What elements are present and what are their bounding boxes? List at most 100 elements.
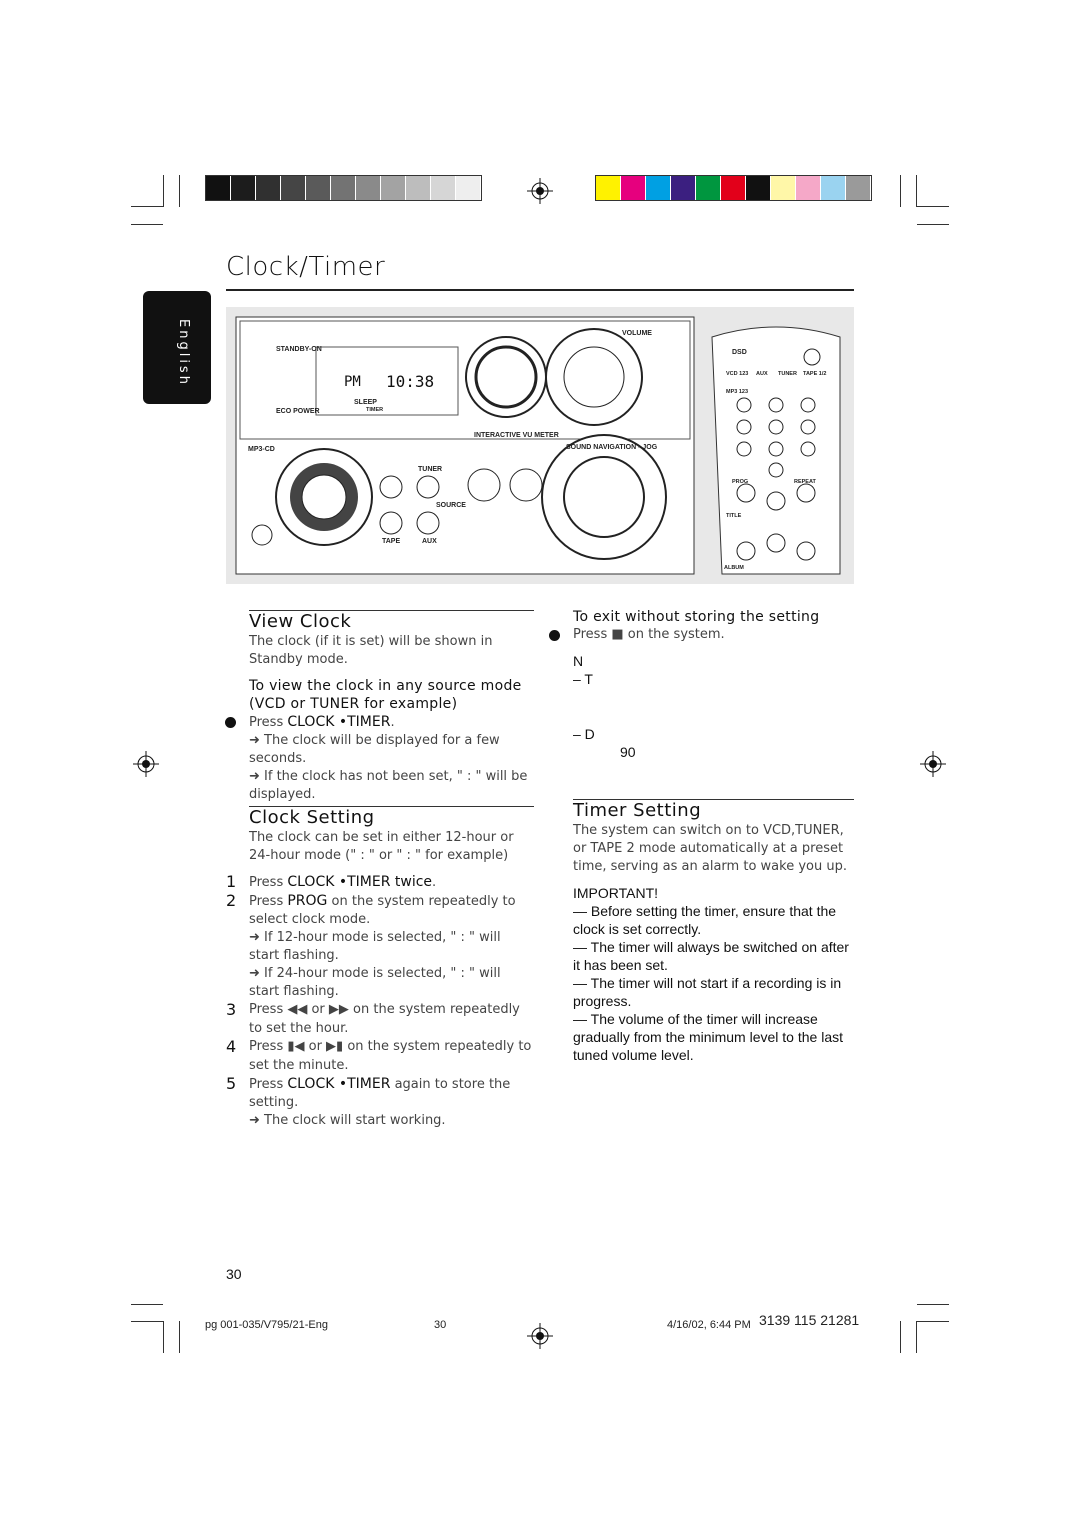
important-item: — Before setting the timer, ensure that … bbox=[573, 903, 837, 937]
gray-swatch bbox=[431, 176, 456, 200]
step-text: Press ◀◀ or ▶▶ on the system repeatedly … bbox=[249, 1002, 520, 1036]
remote-label-aux: AUX bbox=[756, 371, 768, 377]
registration-mark-icon bbox=[527, 1323, 553, 1349]
label-sound-navigation-jog: SOUND NAVIGATION - JOG bbox=[566, 444, 658, 451]
remote-label-tuner: TUNER bbox=[778, 371, 797, 377]
gray-swatch bbox=[331, 176, 356, 200]
label-volume: VOLUME bbox=[622, 330, 652, 337]
exit-heading: To exit without storing the setting bbox=[573, 609, 820, 625]
language-tab: English bbox=[143, 291, 211, 404]
note-90: 90 bbox=[620, 744, 636, 760]
gray-swatch bbox=[356, 176, 381, 200]
view-clock-step: Press CLOCK •TIMER. bbox=[225, 713, 534, 732]
label-eco-power: ECO POWER bbox=[276, 408, 320, 415]
color-swatch bbox=[796, 176, 821, 200]
step-item: 5 Press CLOCK •TIMER again to store the s… bbox=[226, 1075, 534, 1130]
label-mp3-cd: MP3-CD bbox=[248, 446, 275, 453]
footer-file: pg 001-035/V795/21-Eng bbox=[205, 1319, 328, 1331]
view-clock-section: View Clock The clock (if it is set) will… bbox=[225, 610, 534, 804]
result-note: ➜ If 24-hour mode is selected, " : " wil… bbox=[249, 966, 501, 999]
remote-label-vcd: VCD 123 bbox=[726, 371, 748, 377]
step-text: Press bbox=[249, 894, 288, 909]
color-swatch bbox=[596, 176, 621, 200]
color-swatch bbox=[646, 176, 671, 200]
color-swatch bbox=[671, 176, 696, 200]
timer-setting-intro: The system can switch on to VCD,TUNER, o… bbox=[573, 823, 847, 874]
color-swatch bbox=[771, 176, 796, 200]
result-note: ➜ If 12-hour mode is selected, " : " wil… bbox=[249, 930, 501, 963]
important-item: — The volume of the timer will increase … bbox=[573, 1011, 843, 1063]
timer-setting-heading: Timer Setting bbox=[573, 799, 854, 820]
note-n: N bbox=[573, 653, 584, 669]
step-item: 4 Press ▮◀ or ▶▮ on the system repeatedly… bbox=[226, 1038, 534, 1075]
important-list: — Before setting the timer, ensure that … bbox=[573, 902, 854, 1064]
clock-setting-section: Clock Setting The clock can be set in ei… bbox=[226, 806, 534, 1130]
important-label: IMPORTANT! bbox=[573, 885, 659, 901]
grayscale-calibration-bar bbox=[205, 175, 482, 201]
display-time: 10:38 bbox=[386, 372, 434, 391]
label-timer: TIMER bbox=[366, 407, 383, 413]
step-item: 1 Press CLOCK •TIMER twice. bbox=[226, 873, 534, 892]
footer-code: 3139 115 21281 bbox=[759, 1312, 860, 1328]
view-clock-intro: The clock (if it is set) will be shown i… bbox=[249, 634, 493, 667]
footer-date: 4/16/02, 6:44 PM bbox=[667, 1319, 751, 1331]
label-standby-on: STANDBY-ON bbox=[276, 346, 322, 353]
gray-swatch bbox=[406, 176, 431, 200]
clock-setting-heading: Clock Setting bbox=[249, 806, 534, 827]
color-swatch bbox=[721, 176, 746, 200]
result-note: ➜ If the clock has not been set, " : " w… bbox=[249, 769, 528, 802]
registration-mark-icon bbox=[527, 178, 553, 204]
gray-swatch bbox=[231, 176, 256, 200]
exit-section: To exit without storing the setting Pres… bbox=[549, 608, 858, 644]
step-text: Press bbox=[249, 875, 288, 890]
result-note: ➜ The clock will start working. bbox=[249, 1113, 446, 1128]
step-item: 3 Press ◀◀ or ▶▶ on the system repeatedly… bbox=[226, 1001, 534, 1038]
gray-swatch bbox=[256, 176, 281, 200]
step-key: CLOCK •TIMER bbox=[287, 1076, 391, 1092]
color-swatch bbox=[746, 176, 771, 200]
color-calibration-bar bbox=[595, 175, 872, 201]
color-swatch bbox=[846, 176, 871, 200]
label-aux: AUX bbox=[422, 538, 437, 545]
bullet-icon bbox=[225, 717, 236, 728]
manual-page: Clock/Timer English PM 10:38 STANDBY-ON … bbox=[0, 0, 1080, 1528]
step-number: 3 bbox=[226, 1000, 237, 1019]
step-number: 2 bbox=[226, 891, 237, 910]
registration-mark-icon bbox=[133, 751, 159, 777]
color-swatch bbox=[696, 176, 721, 200]
label-source: SOURCE bbox=[436, 502, 466, 509]
view-clock-subheading: To view the clock in any source mode (VC… bbox=[249, 678, 522, 712]
color-swatch bbox=[621, 176, 646, 200]
hifi-system-drawing: PM 10:38 STANDBY-ON ECO POWER VOLUME INT bbox=[235, 316, 841, 575]
label-sleep: SLEEP bbox=[354, 399, 377, 406]
gray-swatch bbox=[306, 176, 331, 200]
note-t: – T bbox=[573, 671, 593, 687]
gray-swatch bbox=[206, 176, 231, 200]
important-item: — The timer will always be switched on a… bbox=[573, 939, 849, 973]
step-number: 4 bbox=[226, 1037, 237, 1056]
remote-label-prog: PROG bbox=[732, 479, 748, 485]
label-interactive-vu-meter: INTERACTIVE VU METER bbox=[474, 432, 559, 439]
footer-page: 30 bbox=[434, 1319, 447, 1331]
step-item: 2 Press PROG on the system repeatedly to … bbox=[226, 892, 534, 1001]
step-number: 5 bbox=[226, 1074, 237, 1093]
remote-label-dsd: DSD bbox=[732, 349, 747, 356]
remote-label-title: TITLE bbox=[726, 513, 742, 519]
step-key: CLOCK •TIMER twice bbox=[287, 874, 433, 890]
remote-label-tape: TAPE 1/2 bbox=[803, 371, 826, 377]
registration-mark-icon bbox=[920, 751, 946, 777]
steps-list: 1 Press CLOCK •TIMER twice. 2 Press PROG on… bbox=[226, 873, 534, 1130]
important-item: — The timer will not start if a recordin… bbox=[573, 975, 842, 1009]
bullet-icon bbox=[549, 630, 560, 641]
step-text: Press bbox=[249, 1077, 288, 1092]
note-d: – D bbox=[573, 726, 595, 742]
label-tape: TAPE bbox=[382, 538, 400, 545]
step-text: Press ▮◀ or ▶▮ on the system repeatedly … bbox=[249, 1039, 532, 1073]
step-number: 1 bbox=[226, 872, 237, 891]
gray-swatch bbox=[381, 176, 406, 200]
product-illustration: PM 10:38 STANDBY-ON ECO POWER VOLUME INT bbox=[226, 307, 854, 584]
label-tuner: TUNER bbox=[418, 466, 442, 473]
step-text: . bbox=[432, 875, 437, 890]
timer-setting-section: Timer Setting The system can switch on t… bbox=[573, 799, 854, 1064]
result-note: ➜ The clock will be displayed for a few … bbox=[249, 733, 500, 766]
